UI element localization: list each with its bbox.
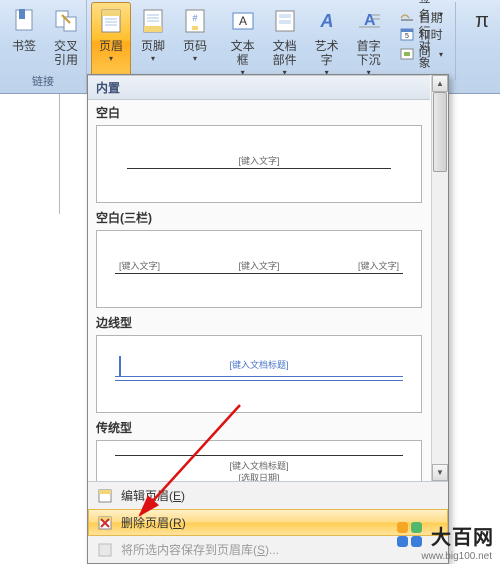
preview-blank: [键入文字] <box>96 125 422 203</box>
gallery-section-header: 内置 <box>88 75 430 100</box>
wordart-icon: A <box>311 5 343 37</box>
dropcap-button[interactable]: A 首字下沉 ▾ <box>349 2 389 80</box>
formula-button-partial[interactable]: π <box>462 2 500 42</box>
gallery-item-blank3[interactable]: 空白(三栏) [键入文字] [键入文字] [键入文字] <box>88 205 430 310</box>
chevron-down-icon: ▾ <box>109 54 113 63</box>
object-icon <box>399 46 415 62</box>
dropcap-icon: A <box>353 5 385 37</box>
svg-text:π: π <box>475 10 489 32</box>
save-to-gallery-item: 将所选内容保存到页眉库(S)... <box>88 536 448 563</box>
svg-text:#: # <box>192 13 197 23</box>
scroll-down-button[interactable]: ▼ <box>432 464 448 481</box>
bookmark-button[interactable]: 书签 <box>4 2 44 70</box>
preview-blank3: [键入文字] [键入文字] [键入文字] <box>96 230 422 308</box>
gallery-item-traditional[interactable]: 传统型 [键入文档标题] [选取日期] <box>88 415 430 481</box>
preview-border: [键入文档标题] <box>96 335 422 413</box>
watermark-url: www.big100.net <box>421 551 492 562</box>
header-icon <box>95 5 127 37</box>
svg-text:A: A <box>239 14 247 28</box>
preview-traditional: [键入文档标题] [选取日期] <box>96 440 422 481</box>
pagenum-button[interactable]: # 页码 ▾ <box>175 2 215 80</box>
pagenum-icon: # <box>179 5 211 37</box>
crossref-button[interactable]: 交叉 引用 <box>46 2 86 70</box>
textbox-icon: A <box>227 5 259 37</box>
formula-icon: π <box>466 5 498 37</box>
svg-text:5: 5 <box>405 33 409 40</box>
wordart-button[interactable]: A 艺术字 ▾ <box>307 2 347 80</box>
parts-icon <box>269 5 301 37</box>
header-gallery-dropdown: 内置 空白 [键入文字] 空白(三栏) [键入文字] [键入文字] [键入文字]… <box>87 74 449 564</box>
document-area <box>0 94 60 214</box>
save-icon <box>97 542 113 558</box>
gallery-item-blank[interactable]: 空白 [键入文字] <box>88 100 430 205</box>
scrollbar[interactable]: ▲ ▼ <box>431 75 448 481</box>
parts-button[interactable]: 文档部件 ▾ <box>265 2 305 80</box>
textbox-button[interactable]: A 文本框 ▾ <box>223 2 263 80</box>
watermark-logo-icon <box>395 520 425 550</box>
group-label-links: 链接 <box>4 73 82 91</box>
scroll-up-button[interactable]: ▲ <box>432 75 448 92</box>
gallery-item-border[interactable]: 边线型 [键入文档标题] <box>88 310 430 415</box>
bookmark-icon <box>8 5 40 37</box>
signature-icon <box>399 6 415 22</box>
watermark: 大百网 <box>395 520 494 550</box>
dropdown-footer: 编辑页眉(E) 删除页眉(R) 将所选内容保存到页眉库(S)... <box>88 481 448 563</box>
footer-button[interactable]: 页脚 ▾ <box>133 2 173 80</box>
edit-icon <box>97 488 113 504</box>
chevron-down-icon: ▾ <box>193 54 197 63</box>
svg-text:A: A <box>319 11 333 31</box>
chevron-down-icon: ▾ <box>151 54 155 63</box>
crossref-icon <box>50 5 82 37</box>
footer-icon <box>137 5 169 37</box>
header-button[interactable]: 页眉 ▾ <box>91 2 131 80</box>
scroll-thumb[interactable] <box>433 92 447 172</box>
datetime-icon: 5 <box>399 26 415 42</box>
remove-icon <box>97 515 113 531</box>
remove-header-item[interactable]: 删除页眉(R) <box>88 509 448 536</box>
object-button[interactable]: 对象▾ <box>395 44 447 64</box>
edit-header-item[interactable]: 编辑页眉(E) <box>88 482 448 509</box>
